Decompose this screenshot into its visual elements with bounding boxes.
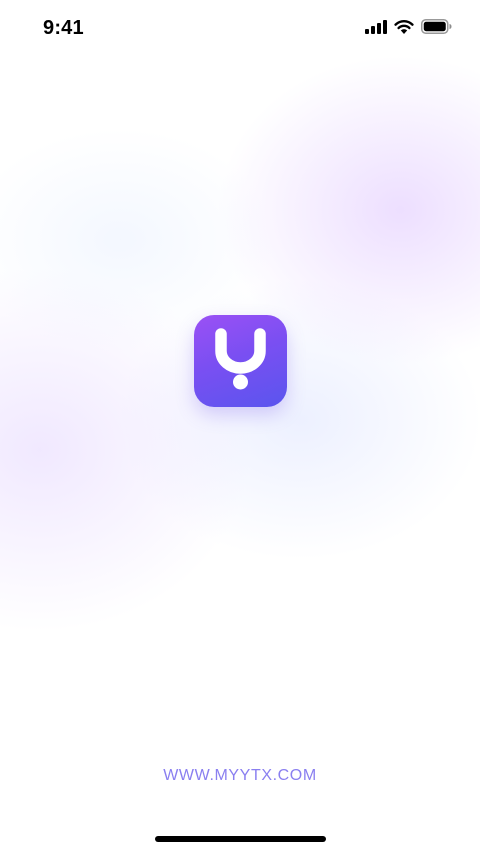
wifi-icon [394, 19, 414, 34]
app-logo-icon [215, 328, 266, 390]
website-url: WWW.MYYTX.COM [163, 767, 317, 784]
cellular-signal-icon [365, 19, 387, 34]
app-logo [194, 315, 287, 407]
home-indicator[interactable] [155, 836, 326, 842]
splash-background [0, 0, 480, 853]
status-icons [365, 19, 452, 34]
battery-icon [421, 19, 452, 34]
status-bar: 9:41 [0, 0, 480, 58]
status-time: 9:41 [43, 17, 84, 39]
